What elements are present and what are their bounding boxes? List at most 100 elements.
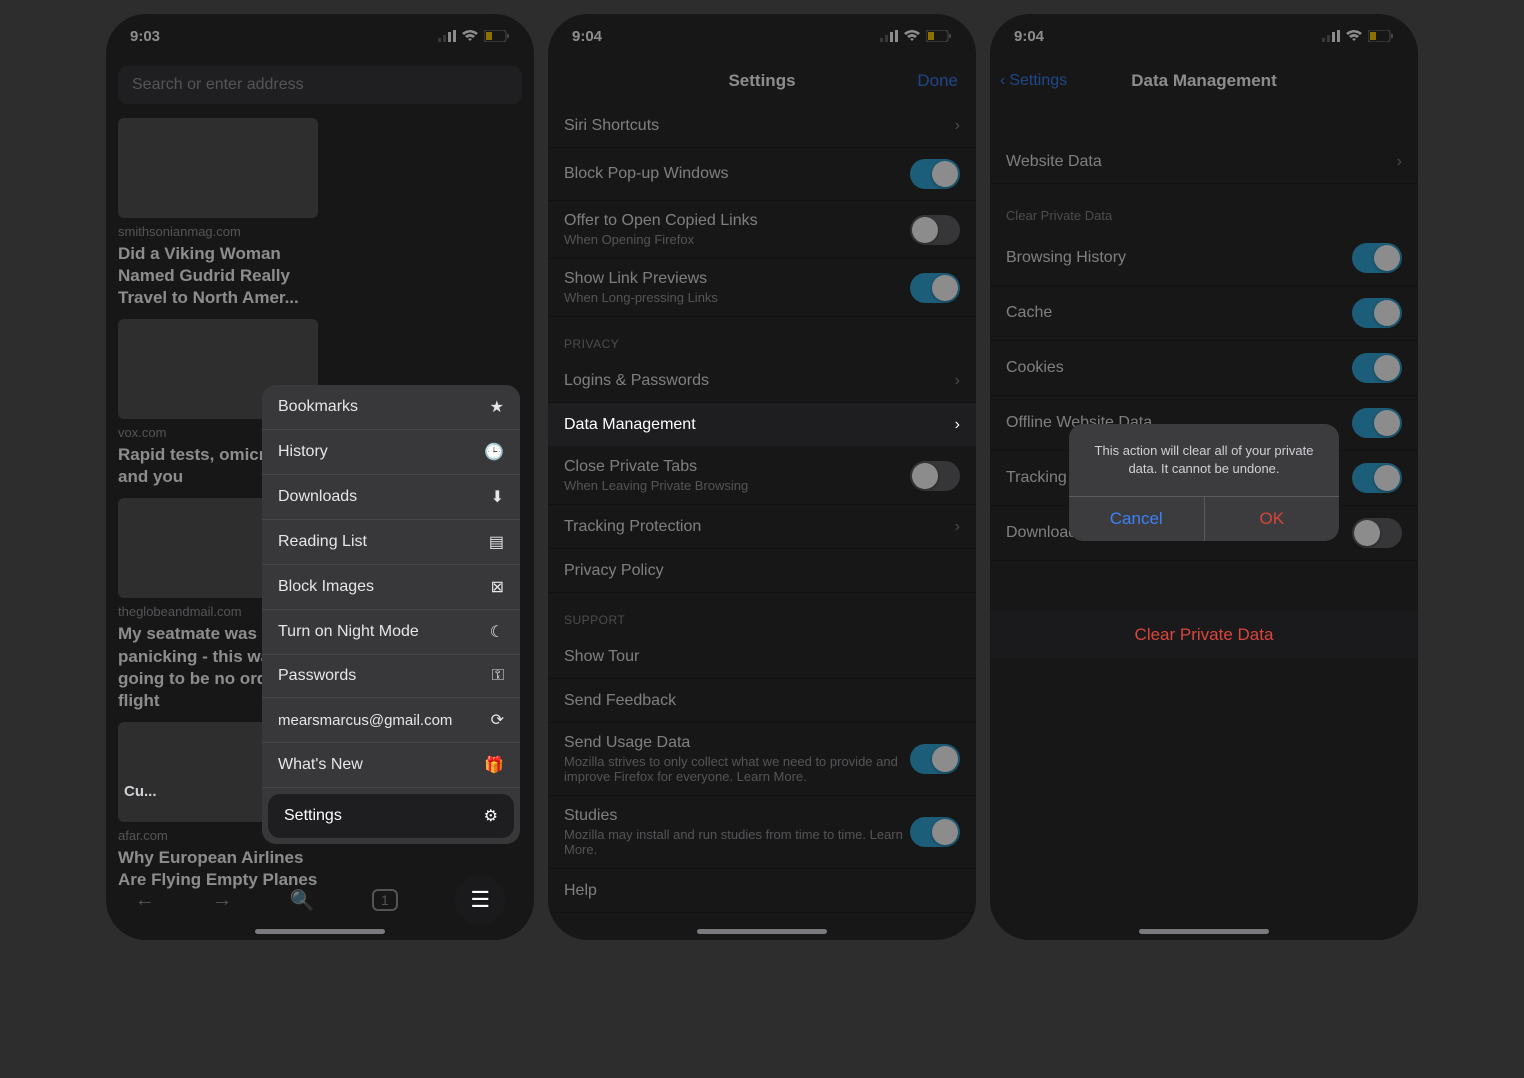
status-indicators bbox=[880, 30, 952, 42]
customize-label: Cu... bbox=[106, 773, 266, 810]
setting-feedback[interactable]: Send Feedback bbox=[548, 679, 976, 723]
toggle-studies[interactable] bbox=[910, 817, 960, 847]
gift-icon: 🎁 bbox=[484, 755, 504, 775]
signal-icon bbox=[1322, 30, 1340, 42]
star-icon: ★ bbox=[490, 397, 504, 417]
download-icon: ⬇ bbox=[491, 487, 504, 507]
story-card[interactable]: smithsonianmag.com Did a Viking Woman Na… bbox=[118, 118, 318, 309]
menu-whats-new[interactable]: What's New🎁 bbox=[262, 743, 520, 788]
search-input[interactable]: Search or enter address bbox=[118, 66, 522, 104]
story-thumb bbox=[118, 118, 318, 218]
toggle-cache[interactable]: Cache bbox=[990, 286, 1418, 341]
settings-header: Settings Done bbox=[548, 58, 976, 104]
section-support: SUPPORT bbox=[548, 593, 976, 635]
browser-menu: Bookmarks★ History🕒 Downloads⬇ Reading L… bbox=[262, 385, 520, 844]
menu-downloads[interactable]: Downloads⬇ bbox=[262, 475, 520, 520]
setting-show-tour[interactable]: Show Tour bbox=[548, 635, 976, 679]
home-indicator bbox=[255, 929, 385, 934]
setting-logins[interactable]: Logins & Passwords› bbox=[548, 359, 976, 403]
menu-account[interactable]: mearsmarcus@gmail.com⟳ bbox=[262, 698, 520, 743]
screen-data-management: 9:04 ‹Settings Data Management Website D… bbox=[990, 14, 1418, 940]
toggle-popup[interactable] bbox=[910, 159, 960, 189]
key-icon: ⚿ bbox=[492, 667, 504, 685]
home-indicator bbox=[697, 929, 827, 934]
moon-icon: ☾ bbox=[490, 622, 504, 642]
section-privacy: PRIVACY bbox=[548, 317, 976, 359]
clear-private-data-button[interactable]: Clear Private Data bbox=[990, 611, 1418, 659]
menu-night-mode[interactable]: Turn on Night Mode☾ bbox=[262, 610, 520, 655]
clock-icon: 🕒 bbox=[484, 442, 504, 462]
chevron-left-icon: ‹ bbox=[1000, 72, 1005, 90]
toggle-usage[interactable] bbox=[910, 744, 960, 774]
alert-ok-button[interactable]: OK bbox=[1205, 497, 1340, 541]
wifi-icon bbox=[1346, 30, 1362, 42]
wifi-icon bbox=[462, 30, 478, 42]
section-clear-data: Clear Private Data bbox=[990, 184, 1418, 231]
home-indicator bbox=[1139, 929, 1269, 934]
toggle[interactable] bbox=[1352, 463, 1402, 493]
toggle[interactable] bbox=[1352, 353, 1402, 383]
menu-settings[interactable]: Settings⚙ bbox=[268, 794, 514, 838]
signal-icon bbox=[880, 30, 898, 42]
setting-privacy-policy[interactable]: Privacy Policy bbox=[548, 549, 976, 593]
setting-siri[interactable]: Siri Shortcuts› bbox=[548, 104, 976, 148]
page-title: Settings bbox=[728, 71, 795, 91]
status-time: 9:03 bbox=[130, 28, 160, 45]
alert-cancel-button[interactable]: Cancel bbox=[1069, 497, 1205, 541]
status-bar: 9:04 bbox=[548, 14, 976, 58]
status-bar: 9:04 bbox=[990, 14, 1418, 58]
menu-passwords[interactable]: Passwords⚿ bbox=[262, 655, 520, 698]
screen-browser-home: 9:03 Search or enter address smithsonian… bbox=[106, 14, 534, 940]
gear-icon: ⚙ bbox=[484, 806, 498, 826]
status-time: 9:04 bbox=[572, 28, 602, 45]
back-button[interactable]: ‹Settings bbox=[1000, 72, 1067, 90]
status-bar: 9:03 bbox=[106, 14, 534, 58]
page-title: Data Management bbox=[1131, 71, 1276, 91]
setting-link-previews[interactable]: Show Link PreviewsWhen Long-pressing Lin… bbox=[548, 259, 976, 317]
chevron-right-icon: › bbox=[955, 518, 960, 536]
screen-settings: 9:04 Settings Done Siri Shortcuts› Block… bbox=[548, 14, 976, 940]
toggle-cookies[interactable]: Cookies bbox=[990, 341, 1418, 396]
setting-tracking[interactable]: Tracking Protection› bbox=[548, 505, 976, 549]
toggle[interactable] bbox=[1352, 243, 1402, 273]
menu-reading-list[interactable]: Reading List▤ bbox=[262, 520, 520, 565]
list-icon: ▤ bbox=[489, 532, 504, 552]
toggle[interactable] bbox=[1352, 298, 1402, 328]
toggle[interactable] bbox=[1352, 518, 1402, 548]
setting-studies[interactable]: StudiesMozilla may install and run studi… bbox=[548, 796, 976, 869]
setting-usage[interactable]: Send Usage DataMozilla strives to only c… bbox=[548, 723, 976, 796]
menu-history[interactable]: History🕒 bbox=[262, 430, 520, 475]
toggle-copied[interactable] bbox=[910, 215, 960, 245]
back-button[interactable]: ← bbox=[135, 889, 155, 912]
battery-icon bbox=[926, 30, 952, 42]
status-indicators bbox=[1322, 30, 1394, 42]
menu-bookmarks[interactable]: Bookmarks★ bbox=[262, 385, 520, 430]
settings-list[interactable]: Siri Shortcuts› Block Pop-up Windows Off… bbox=[548, 104, 976, 940]
setting-website-data[interactable]: Website Data› bbox=[990, 140, 1418, 184]
menu-block-images[interactable]: Block Images⊠ bbox=[262, 565, 520, 610]
forward-button[interactable]: → bbox=[212, 889, 232, 912]
setting-help[interactable]: Help bbox=[548, 869, 976, 913]
signal-icon bbox=[438, 30, 456, 42]
browser-toolbar: ← → 🔍 1 ☰ bbox=[106, 860, 534, 940]
data-mgmt-header: ‹Settings Data Management bbox=[990, 58, 1418, 104]
done-button[interactable]: Done bbox=[917, 71, 958, 91]
battery-icon bbox=[1368, 30, 1394, 42]
toggle-close-private[interactable] bbox=[910, 461, 960, 491]
tabs-button[interactable]: 1 bbox=[372, 889, 398, 911]
toggle[interactable] bbox=[1352, 408, 1402, 438]
toggle-browsing-history[interactable]: Browsing History bbox=[990, 231, 1418, 286]
chevron-right-icon: › bbox=[1397, 153, 1402, 171]
search-button[interactable]: 🔍 bbox=[290, 888, 315, 913]
setting-copied-links[interactable]: Offer to Open Copied LinksWhen Opening F… bbox=[548, 201, 976, 259]
no-image-icon: ⊠ bbox=[491, 577, 504, 597]
setting-popup[interactable]: Block Pop-up Windows bbox=[548, 148, 976, 201]
chevron-right-icon: › bbox=[955, 372, 960, 390]
alert-message: This action will clear all of your priva… bbox=[1069, 424, 1339, 496]
setting-close-private[interactable]: Close Private TabsWhen Leaving Private B… bbox=[548, 447, 976, 505]
menu-button[interactable]: ☰ bbox=[455, 875, 505, 925]
chevron-right-icon: › bbox=[955, 117, 960, 135]
chevron-right-icon: › bbox=[955, 416, 960, 434]
toggle-previews[interactable] bbox=[910, 273, 960, 303]
setting-data-management[interactable]: Data Management› bbox=[548, 403, 976, 447]
